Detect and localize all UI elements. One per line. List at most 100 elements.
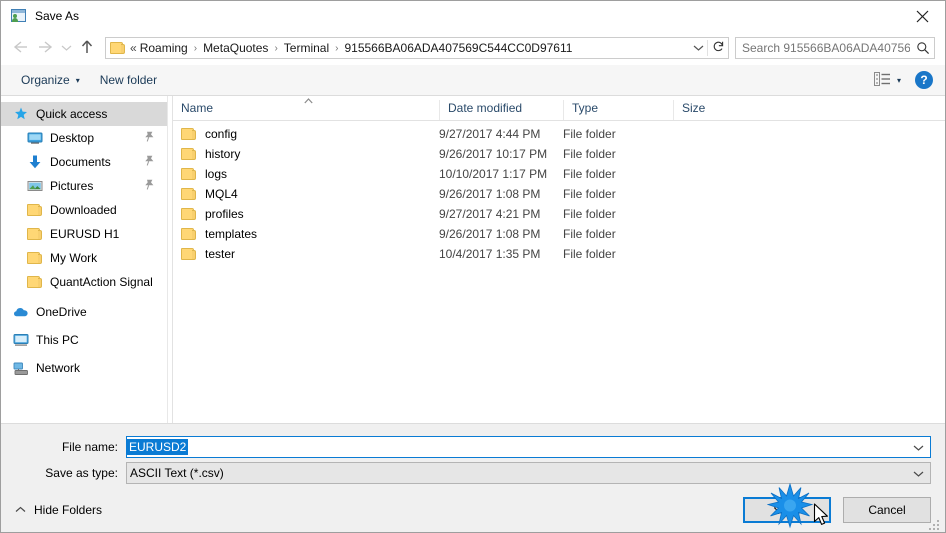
sidebar-item-eurusd-h1[interactable]: EURUSD H1 bbox=[1, 222, 167, 246]
cancel-button[interactable]: Cancel bbox=[843, 497, 931, 523]
table-row[interactable]: logs 10/10/2017 1:17 PM File folder bbox=[173, 164, 945, 184]
sidebar-item-desktop[interactable]: Desktop bbox=[1, 126, 167, 150]
pictures-icon bbox=[27, 178, 43, 194]
chevron-up-icon bbox=[15, 505, 26, 515]
table-row[interactable]: history 9/26/2017 10:17 PM File folder bbox=[173, 144, 945, 164]
file-name-cell: templates bbox=[173, 227, 439, 241]
up-button[interactable] bbox=[75, 36, 99, 60]
file-name-row: File name: EURUSD2 bbox=[1, 436, 945, 458]
onedrive-cloud-icon bbox=[13, 304, 29, 320]
save-as-type-label: Save as type: bbox=[45, 466, 118, 480]
dialog-footer: File name: EURUSD2 Save as type: ASCII T… bbox=[1, 423, 945, 532]
table-row[interactable]: profiles 9/27/2017 4:21 PM File folder bbox=[173, 204, 945, 224]
sidebar-item-label: Network bbox=[36, 361, 81, 375]
chevron-down-icon: ▾ bbox=[896, 75, 901, 85]
column-header-size[interactable]: Size bbox=[673, 100, 753, 120]
arrow-left-icon bbox=[12, 40, 30, 57]
chevron-down-icon bbox=[61, 41, 72, 55]
breadcrumb-item-instance[interactable]: 915566BA06ADA407569C544CC0D97611 bbox=[342, 41, 574, 55]
refresh-button[interactable] bbox=[707, 40, 728, 56]
pin-icon[interactable] bbox=[144, 131, 154, 145]
search-icon[interactable] bbox=[912, 41, 934, 55]
star-pin-icon bbox=[13, 106, 29, 122]
forward-button[interactable] bbox=[33, 36, 57, 60]
dialog-button-row: Hide Folders Save Cancel bbox=[1, 488, 945, 532]
sidebar-item-label: Downloaded bbox=[50, 203, 117, 217]
breadcrumb-item-metaquotes[interactable]: MetaQuotes bbox=[201, 41, 270, 55]
sidebar-item-quick-access[interactable]: Quick access bbox=[1, 102, 167, 126]
sidebar-item-label: My Work bbox=[50, 251, 98, 265]
this-pc-icon bbox=[13, 332, 29, 348]
save-as-type-combo[interactable]: ASCII Text (*.csv) bbox=[126, 462, 931, 484]
file-date-cell: 9/26/2017 1:08 PM bbox=[439, 187, 541, 201]
sidebar-item-documents[interactable]: Documents bbox=[1, 150, 167, 174]
new-folder-button[interactable]: New folder bbox=[94, 70, 163, 90]
column-header-type[interactable]: Type bbox=[563, 100, 673, 120]
back-button[interactable] bbox=[9, 36, 33, 60]
sidebar-item-onedrive[interactable]: OneDrive bbox=[1, 300, 167, 324]
address-bar[interactable]: « Roaming › MetaQuotes › Terminal › 9155… bbox=[105, 37, 729, 59]
file-type-cell: File folder bbox=[563, 127, 616, 141]
sidebar-item-quantaction-signal[interactable]: QuantAction Signal bbox=[1, 270, 167, 294]
sidebar-item-this-pc[interactable]: This PC bbox=[1, 328, 167, 352]
sidebar-item-downloaded[interactable]: Downloaded bbox=[1, 198, 167, 222]
file-type-cell: File folder bbox=[563, 227, 616, 241]
change-view-button[interactable]: ▾ bbox=[870, 70, 905, 91]
breadcrumb-item-roaming[interactable]: Roaming bbox=[138, 41, 190, 55]
chevron-down-icon[interactable] bbox=[913, 467, 924, 481]
table-row[interactable]: MQL4 9/26/2017 1:08 PM File folder bbox=[173, 184, 945, 204]
sidebar-item-label: Documents bbox=[50, 155, 111, 169]
address-dropdown-button[interactable] bbox=[689, 41, 707, 55]
close-button[interactable] bbox=[899, 1, 945, 31]
hide-folders-button[interactable]: Hide Folders bbox=[15, 503, 102, 517]
column-header-date-modified[interactable]: Date modified bbox=[439, 100, 563, 120]
file-name-cell: history bbox=[173, 147, 439, 161]
save-as-dialog: Save As « Roaming › MetaQuotes › Termina… bbox=[0, 0, 946, 533]
recent-locations-button[interactable] bbox=[57, 36, 75, 60]
network-icon bbox=[13, 360, 29, 376]
search-input[interactable] bbox=[736, 41, 912, 55]
search-box[interactable] bbox=[735, 37, 935, 59]
documents-download-icon bbox=[27, 154, 43, 170]
new-folder-label: New folder bbox=[99, 73, 158, 87]
file-date-cell: 10/10/2017 1:17 PM bbox=[439, 167, 548, 181]
folder-icon bbox=[181, 147, 197, 161]
breadcrumb-separator: › bbox=[274, 42, 278, 54]
organize-label: Organize bbox=[21, 73, 70, 87]
pin-icon[interactable] bbox=[144, 179, 154, 193]
sidebar-item-pictures[interactable]: Pictures bbox=[1, 174, 167, 198]
file-type-cell: File folder bbox=[563, 247, 616, 261]
breadcrumb-overflow[interactable]: « bbox=[130, 41, 138, 55]
sort-ascending-icon bbox=[304, 97, 313, 106]
view-layout-icon bbox=[873, 71, 891, 89]
file-list-pane: Name Date modified Type Size config 9/27… bbox=[172, 96, 945, 423]
arrow-right-icon bbox=[36, 40, 54, 57]
file-name-label: history bbox=[205, 147, 241, 161]
chevron-down-icon[interactable] bbox=[913, 441, 924, 455]
file-name-input[interactable]: EURUSD2 bbox=[127, 439, 189, 455]
file-date-cell: 9/26/2017 1:08 PM bbox=[439, 227, 541, 241]
pin-icon[interactable] bbox=[144, 155, 154, 169]
table-row[interactable]: templates 9/26/2017 1:08 PM File folder bbox=[173, 224, 945, 244]
file-name-label: logs bbox=[205, 167, 228, 181]
sidebar-item-my-work[interactable]: My Work bbox=[1, 246, 167, 270]
file-date-cell: 9/27/2017 4:44 PM bbox=[439, 127, 541, 141]
organize-button[interactable]: Organize ▾ bbox=[15, 70, 86, 90]
file-type-cell: File folder bbox=[563, 207, 616, 221]
breadcrumb-item-terminal[interactable]: Terminal bbox=[282, 41, 331, 55]
sidebar-item-label: OneDrive bbox=[36, 305, 87, 319]
resize-grip-icon[interactable] bbox=[929, 518, 941, 530]
file-date-cell: 9/26/2017 10:17 PM bbox=[439, 147, 548, 161]
file-list: config 9/27/2017 4:44 PM File folder his… bbox=[173, 121, 945, 423]
sidebar-item-network[interactable]: Network bbox=[1, 356, 167, 380]
folder-icon bbox=[27, 227, 43, 241]
file-name-cell: profiles bbox=[173, 207, 439, 221]
save-as-type-row: Save as type: ASCII Text (*.csv) bbox=[1, 462, 945, 484]
table-row[interactable]: config 9/27/2017 4:44 PM File folder bbox=[173, 124, 945, 144]
save-button[interactable]: Save bbox=[743, 497, 831, 523]
help-icon: ? bbox=[920, 73, 928, 87]
help-button[interactable]: ? bbox=[915, 71, 933, 89]
table-row[interactable]: tester 10/4/2017 1:35 PM File folder bbox=[173, 244, 945, 264]
file-name-combo[interactable]: EURUSD2 bbox=[126, 436, 931, 458]
refresh-icon bbox=[712, 40, 725, 56]
